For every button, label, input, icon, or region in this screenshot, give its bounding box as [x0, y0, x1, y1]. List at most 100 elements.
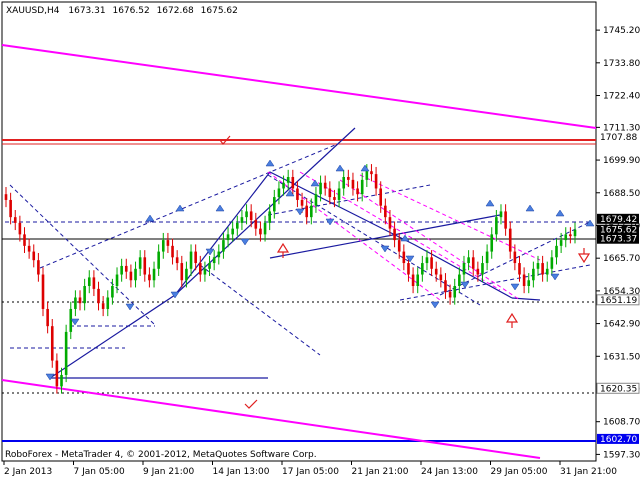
price-tag-label: 1707.88 [600, 133, 637, 143]
candle-body [485, 251, 489, 264]
candle-body [481, 263, 484, 275]
candle-body [41, 274, 45, 309]
price-tag-label: 1651.19 [600, 296, 637, 306]
candle-body [476, 268, 480, 275]
candle-body [50, 326, 54, 361]
candle-body [541, 263, 544, 275]
price-tick-label: 1745.20 [603, 26, 640, 36]
candle-body [27, 245, 31, 252]
candle-body [370, 171, 373, 175]
candle-body [115, 274, 119, 287]
price-tag-label: 1620.35 [600, 384, 637, 394]
candle-body [532, 268, 535, 281]
candle-body [573, 229, 577, 237]
header-open: 1673.31 [68, 6, 105, 16]
candle-body [143, 257, 147, 275]
candle-body [240, 217, 244, 223]
price-chart[interactable]: XAUUSD,H4 1673.31 1676.52 1672.68 1675.6… [0, 0, 640, 480]
candle-body [374, 174, 378, 189]
candle-body [254, 220, 258, 229]
candle-body [185, 268, 188, 281]
candle-body [314, 194, 318, 206]
candle-body [462, 263, 466, 275]
candle-body [87, 277, 91, 287]
candle-body [171, 245, 174, 258]
candle-body [342, 176, 345, 189]
price-tick-label: 1711.30 [603, 123, 640, 133]
candle-body [310, 205, 313, 218]
candle-body [101, 303, 105, 309]
candle-body [416, 274, 420, 287]
candle-body [319, 182, 322, 195]
candle-body [508, 228, 512, 252]
candle-body [421, 263, 424, 275]
candle-body [351, 179, 355, 189]
candle-body [124, 265, 128, 272]
candle-body [430, 257, 433, 269]
price-tick-label: 1733.80 [603, 59, 640, 69]
candle-body [453, 286, 457, 298]
candle-body [222, 240, 225, 252]
candle-body [208, 263, 211, 269]
time-tick-label: 14 Jan 13:00 [213, 467, 270, 477]
price-tick-label: 1665.70 [603, 254, 640, 264]
candle-body [120, 265, 123, 275]
candle-body [23, 234, 26, 246]
candle-body [471, 257, 475, 269]
candle-body [499, 211, 503, 218]
time-axis-ticks: 2 Jan 2013 7 Jan 05:00 9 Jan 21:00 14 Jan 1… [3, 461, 617, 477]
time-tick-label: 31 Jan 21:00 [560, 467, 617, 477]
candle-body [555, 245, 558, 258]
candle-body [18, 222, 22, 235]
candle-body [231, 228, 234, 235]
candle-body [504, 211, 507, 229]
time-tick-label: 29 Jan 05:00 [491, 467, 548, 477]
header-high: 1676.52 [112, 6, 149, 16]
candle-body [397, 240, 401, 252]
candle-body [305, 205, 308, 218]
candle-body [365, 171, 369, 180]
candle-body [111, 286, 114, 298]
price-tick-label: 1597.30 [603, 450, 640, 460]
candle-body [495, 217, 498, 235]
candle-body [236, 222, 239, 229]
candle-body [448, 291, 452, 298]
candle-body [564, 234, 568, 241]
candle-body [569, 234, 572, 237]
header-low: 1672.68 [157, 6, 194, 16]
candle-body [347, 176, 350, 180]
candle-body [13, 217, 17, 223]
candle-body [393, 228, 396, 241]
candle-body [166, 240, 170, 246]
candle-body [212, 257, 216, 264]
candle-body [559, 240, 563, 246]
candle-body [97, 288, 100, 304]
candle-body [360, 179, 364, 195]
candle-body [291, 176, 295, 189]
time-tick-label: 2 Jan 2013 [4, 467, 52, 477]
time-tick-label: 9 Jan 21:00 [143, 467, 195, 477]
candle-body [411, 274, 415, 287]
price-tick-label: 1608.70 [603, 418, 640, 428]
candle-body [296, 188, 299, 200]
candle-body [300, 199, 304, 206]
candle-body [434, 268, 438, 275]
price-tick-label: 1631.50 [603, 352, 640, 362]
candle-body [83, 286, 86, 304]
candle-body [152, 268, 156, 281]
candle-body [513, 251, 517, 264]
candle-body [9, 199, 12, 218]
candle-body [74, 297, 77, 309]
time-tick-label: 17 Jan 05:00 [282, 467, 339, 477]
header-symbol: XAUUSD,H4 [6, 6, 60, 16]
candle-body [217, 251, 221, 258]
candle-body [138, 257, 142, 269]
candle-body [277, 188, 281, 198]
candle-body [194, 251, 197, 264]
header-close: 1675.62 [201, 6, 238, 16]
time-tick-label: 24 Jan 13:00 [421, 467, 478, 477]
candle-body [37, 260, 40, 275]
candle-body [180, 263, 184, 281]
candle-body [273, 197, 276, 212]
candle-body [518, 263, 521, 275]
